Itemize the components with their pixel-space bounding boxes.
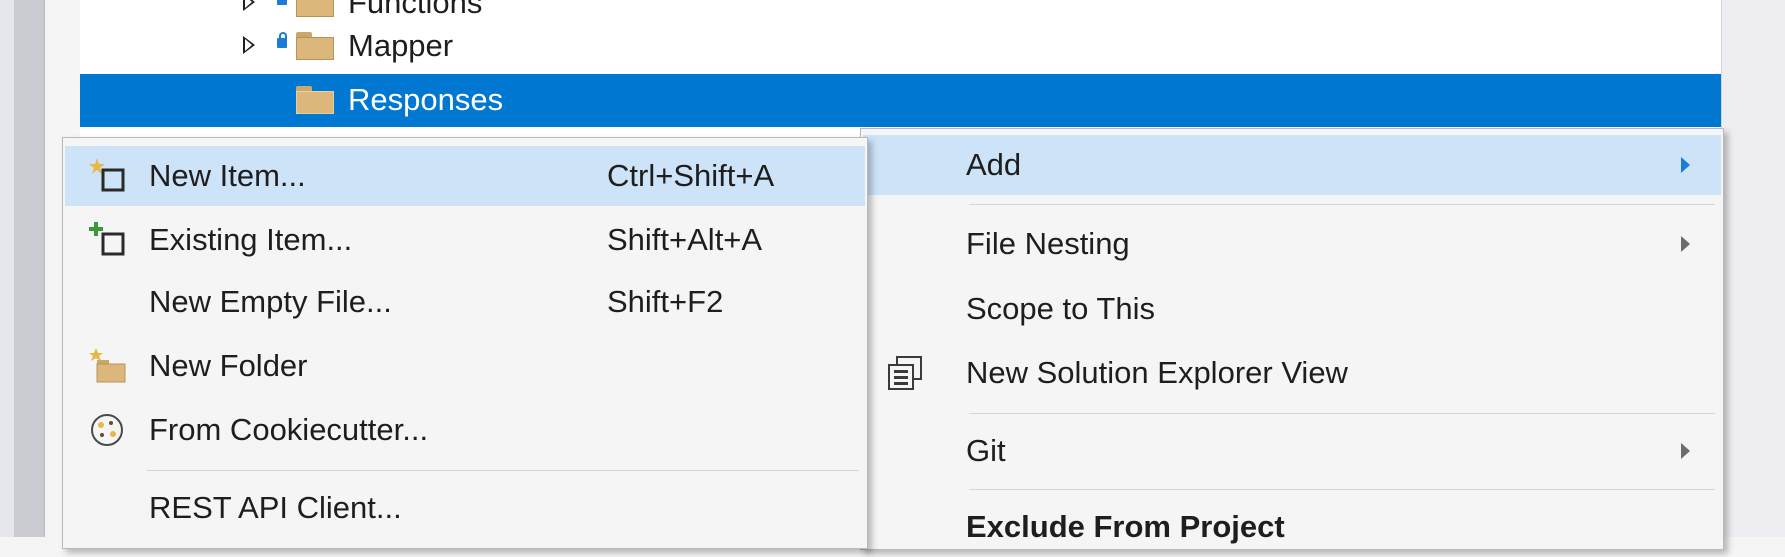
menu-separator xyxy=(969,489,1715,490)
shortcut-label: Shift+F2 xyxy=(607,284,724,319)
submenu-arrow-icon xyxy=(1681,157,1690,173)
expand-arrow-icon[interactable] xyxy=(243,0,255,11)
context-menu: Add File Nesting Scope to This New Solut… xyxy=(860,128,1724,550)
add-submenu: New Item... Ctrl+Shift+A Existing Item..… xyxy=(62,137,868,549)
menu-item-new-item[interactable]: New Item... Ctrl+Shift+A xyxy=(65,146,865,206)
menu-item-new-folder[interactable]: New Folder xyxy=(65,336,865,396)
tool-window-bar xyxy=(14,0,45,537)
menu-item-label: New Solution Explorer View xyxy=(966,355,1348,390)
tree-item-label: Responses xyxy=(348,82,504,117)
menu-item-label: From Cookiecutter... xyxy=(149,412,429,447)
tree-item-mapper[interactable]: Mapper xyxy=(80,20,1721,73)
menu-item-label: Scope to This xyxy=(966,291,1155,326)
shortcut-label: Shift+Alt+A xyxy=(607,222,763,257)
folder-icon xyxy=(296,32,334,60)
menu-item-new-solution-explorer-view[interactable]: New Solution Explorer View xyxy=(863,343,1721,403)
menu-item-label: New Item... xyxy=(149,158,306,193)
menu-item-new-empty-file[interactable]: New Empty File... Shift+F2 xyxy=(65,272,865,332)
menu-separator xyxy=(147,470,859,471)
existing-item-icon xyxy=(87,220,131,265)
solution-explorer-view-icon xyxy=(885,355,929,400)
window-edge xyxy=(0,0,14,537)
menu-item-from-cookiecutter[interactable]: From Cookiecutter... xyxy=(65,400,865,460)
menu-item-git[interactable]: Git xyxy=(863,421,1721,481)
menu-item-label: Add xyxy=(966,147,1022,182)
folder-icon xyxy=(296,0,334,17)
menu-item-add[interactable]: Add xyxy=(863,135,1721,195)
menu-item-label: New Empty File... xyxy=(149,284,392,319)
menu-separator xyxy=(969,413,1715,414)
menu-separator xyxy=(969,204,1715,205)
expand-arrow-icon[interactable] xyxy=(243,36,255,54)
lock-icon xyxy=(277,0,287,5)
shortcut-label: Ctrl+Shift+A xyxy=(607,158,775,193)
menu-item-label: New Folder xyxy=(149,348,308,383)
tree-item-label: Functions xyxy=(348,0,483,20)
menu-item-label: REST API Client... xyxy=(149,490,402,525)
scrollbar-track[interactable] xyxy=(1722,0,1785,537)
tree-item-responses[interactable]: Responses xyxy=(80,74,1721,127)
cookiecutter-icon xyxy=(87,410,131,455)
menu-item-scope-to-this[interactable]: Scope to This xyxy=(863,279,1721,339)
tree-item-label: Mapper xyxy=(348,28,454,63)
lock-icon xyxy=(277,32,287,48)
menu-item-exclude-from-project[interactable]: Exclude From Project xyxy=(863,497,1721,557)
menu-item-rest-api-client[interactable]: REST API Client... xyxy=(65,478,865,538)
menu-item-label: Exclude From Project xyxy=(966,509,1285,544)
menu-item-file-nesting[interactable]: File Nesting xyxy=(863,214,1721,274)
submenu-arrow-icon xyxy=(1681,236,1690,252)
menu-item-label: Git xyxy=(966,433,1006,468)
menu-item-existing-item[interactable]: Existing Item... Shift+Alt+A xyxy=(65,210,865,270)
new-folder-icon xyxy=(87,346,131,391)
menu-item-label: Existing Item... xyxy=(149,222,353,257)
menu-item-label: File Nesting xyxy=(966,226,1130,261)
new-item-icon xyxy=(87,156,131,201)
submenu-arrow-icon xyxy=(1681,443,1690,459)
folder-icon xyxy=(296,86,334,114)
